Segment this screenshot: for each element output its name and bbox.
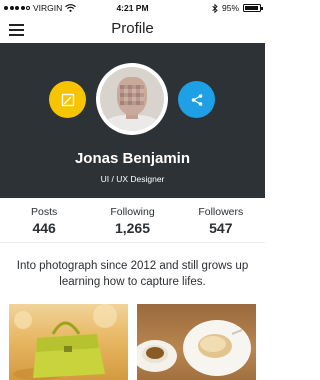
edit-button[interactable] [49, 81, 86, 118]
photo-coffee-breakfast-thumbnail[interactable] [137, 304, 256, 380]
photo-gallery [9, 304, 256, 380]
stats-bar: Posts 446 Following 1,265 Followers 547 [0, 198, 265, 243]
stat-posts[interactable]: Posts 446 [0, 198, 88, 242]
stat-label: Following [110, 206, 155, 218]
battery-fill [245, 6, 259, 10]
bluetooth-icon [212, 3, 218, 13]
stat-following[interactable]: Following 1,265 [88, 198, 176, 242]
stat-label: Followers [198, 206, 244, 218]
battery-percent: 95% [221, 3, 239, 13]
profile-name: Jonas Benjamin [74, 150, 191, 167]
stat-label: Posts [31, 206, 58, 218]
status-right: 95% [212, 3, 263, 13]
avatar[interactable] [96, 63, 168, 135]
page-title: Profile [111, 20, 154, 37]
avatar-photo [100, 67, 164, 131]
battery-icon [243, 4, 263, 12]
status-bar: VIRGIN 4:21 PM 95% [0, 0, 265, 16]
stat-value: 547 [209, 220, 233, 236]
share-icon [191, 93, 202, 106]
edit-icon [61, 93, 74, 106]
stat-value: 446 [32, 220, 56, 236]
profile-bio: Into photograph since 2012 and still gro… [16, 260, 249, 288]
photo-handbag-thumbnail[interactable] [9, 304, 128, 380]
stat-value: 1,265 [114, 220, 151, 236]
share-button[interactable] [178, 81, 215, 118]
nav-bar: Profile [0, 16, 265, 43]
profile-header: Jonas Benjamin UI / UX Designer [0, 43, 265, 198]
profile-role: UI / UX Designer [100, 174, 165, 184]
stat-followers[interactable]: Followers 547 [177, 198, 265, 242]
